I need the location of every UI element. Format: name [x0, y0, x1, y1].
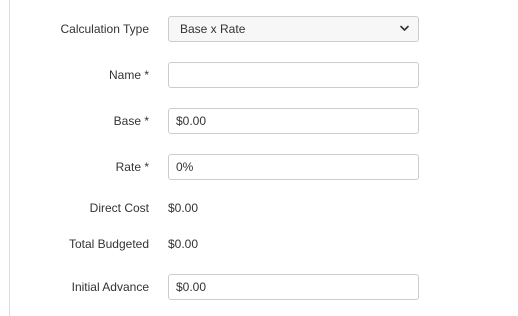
rate-row: Rate * — [10, 154, 518, 180]
rate-label: Rate * — [115, 160, 149, 174]
direct-cost-value: $0.00 — [168, 201, 199, 215]
name-row: Name * — [10, 62, 518, 88]
base-input[interactable] — [168, 108, 419, 134]
base-label: Base * — [113, 114, 149, 128]
total-budgeted-value: $0.00 — [168, 237, 199, 251]
total-budgeted-label: Total Budgeted — [68, 237, 149, 251]
initial-advance-input[interactable] — [168, 274, 419, 300]
rate-input[interactable] — [168, 154, 419, 180]
name-input[interactable] — [168, 62, 419, 88]
form-panel: Calculation Type Base x Rate Name * Base… — [9, 0, 518, 316]
initial-advance-label: Initial Advance — [71, 280, 149, 294]
calculation-type-row: Calculation Type Base x Rate — [10, 16, 518, 42]
chevron-down-icon — [400, 25, 409, 31]
name-label: Name * — [108, 68, 149, 82]
calculation-type-selected-value: Base x Rate — [180, 22, 246, 36]
initial-advance-row: Initial Advance — [10, 274, 518, 300]
base-row: Base * — [10, 108, 518, 134]
calculation-type-select[interactable]: Base x Rate — [168, 16, 419, 42]
direct-cost-row: Direct Cost $0.00 — [10, 195, 518, 221]
total-budgeted-row: Total Budgeted $0.00 — [10, 231, 518, 257]
calculation-type-label: Calculation Type — [60, 22, 150, 36]
direct-cost-label: Direct Cost — [89, 201, 149, 215]
